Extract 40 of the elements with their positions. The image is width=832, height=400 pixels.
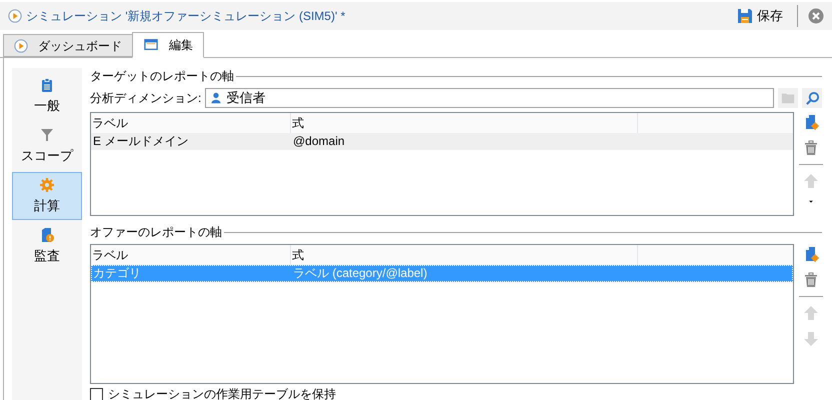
new-document-icon xyxy=(803,246,819,262)
sidebar-item[interactable]: スコープ xyxy=(12,122,82,170)
tab[interactable]: ダッシュボード xyxy=(3,34,132,57)
play-icon xyxy=(8,9,22,23)
up-arrow-icon xyxy=(803,305,819,321)
folder-icon xyxy=(781,91,795,105)
sidebar-item[interactable]: 一般 xyxy=(12,72,82,120)
dimension-field[interactable]: 受信者 xyxy=(205,88,774,108)
table-cell-text: @domain xyxy=(292,133,346,150)
save-button[interactable]: 保存 xyxy=(733,4,787,28)
clipboard-icon xyxy=(39,76,55,93)
checkbox-label: シミュレーションの作業用テーブルを保持 xyxy=(108,386,336,400)
close-button[interactable] xyxy=(808,8,824,24)
section-heading: ターゲットのレポートの軸 xyxy=(90,68,234,85)
up-arrow-icon xyxy=(803,173,819,189)
window-title: シミュレーション '新規オファーシミュレーション (SIM5)' * xyxy=(26,8,346,25)
checkbox[interactable] xyxy=(90,388,103,400)
tab[interactable]: 編集 xyxy=(132,32,204,58)
search-button[interactable] xyxy=(802,88,822,108)
table-cell-text: E メールドメイン xyxy=(92,133,190,150)
play-icon xyxy=(14,38,28,52)
person-icon xyxy=(210,91,222,105)
document-warning-icon xyxy=(39,226,55,243)
search-icon xyxy=(804,90,820,106)
field-label: 分析ディメンション: xyxy=(90,90,202,107)
window-icon xyxy=(143,38,159,52)
field-value: 受信者 xyxy=(226,89,266,108)
trash-icon xyxy=(803,140,819,156)
sidebar-item[interactable]: 監査 xyxy=(12,222,82,270)
new-document-icon xyxy=(803,114,819,130)
table-cell-text: ラベル (category/@label) xyxy=(292,265,428,282)
close-icon xyxy=(808,8,824,24)
gear-icon xyxy=(39,176,55,193)
section-heading: オファーのレポートの軸 xyxy=(90,224,222,241)
table-cell-text: カテゴリ xyxy=(92,265,142,282)
sidebar-item[interactable]: 計算 xyxy=(12,172,82,220)
table-row[interactable]: E メールドメイン @domain xyxy=(91,133,793,150)
down-arrow-icon xyxy=(803,331,819,347)
trash-icon xyxy=(803,272,819,288)
funnel-icon xyxy=(39,126,55,143)
